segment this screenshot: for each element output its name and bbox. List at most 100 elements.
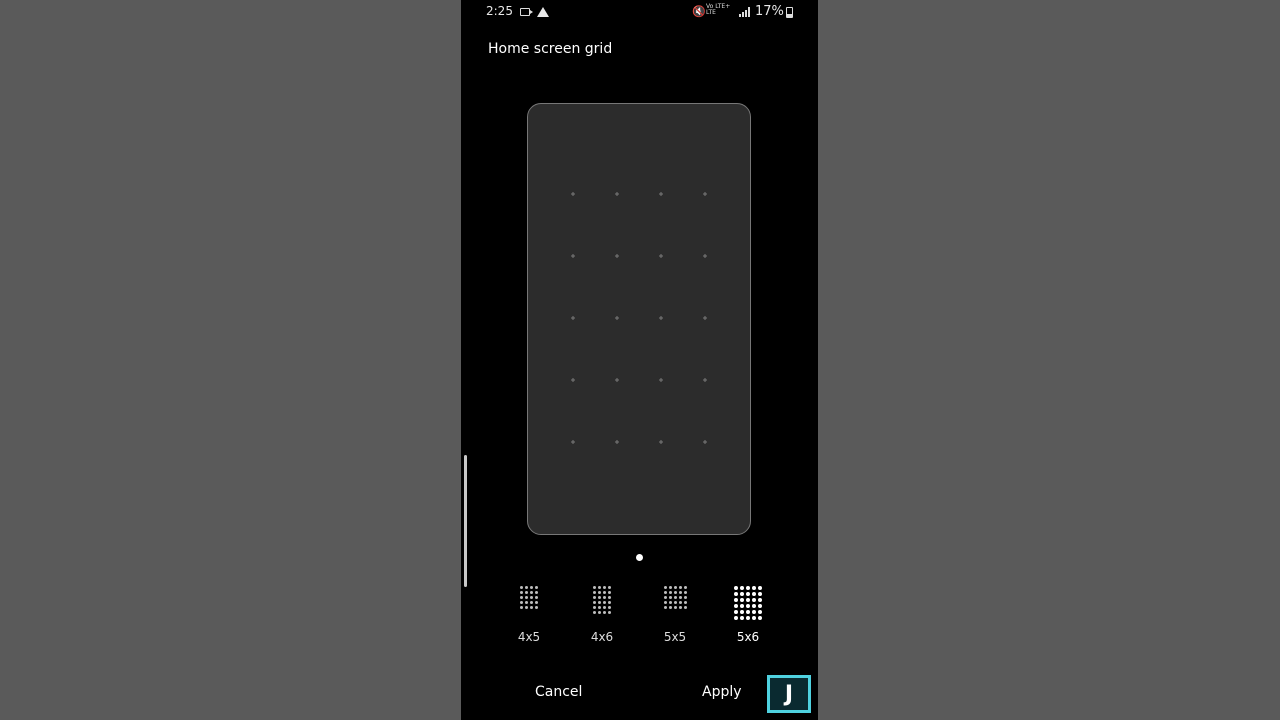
video-camera-icon <box>520 8 533 16</box>
channel-logo: J <box>767 675 811 713</box>
grid-dot <box>520 586 523 589</box>
grid-dot <box>752 598 756 602</box>
grid-option-label: 5x5 <box>663 630 687 644</box>
grid-dot <box>608 601 611 604</box>
grid-option-5x6[interactable]: 5x6 <box>720 580 776 648</box>
grid-dot <box>740 598 744 602</box>
grid-dot <box>520 591 523 594</box>
grid-dot <box>525 606 528 609</box>
home-screen-preview <box>527 103 751 535</box>
grid-dot <box>678 606 682 609</box>
grid-dot <box>668 606 672 609</box>
grid-dot <box>525 586 528 589</box>
grid-dot <box>668 591 672 594</box>
grid-dot <box>746 616 750 620</box>
grid-option-5x5[interactable]: 5x5 <box>647 580 703 648</box>
grid-dot <box>663 606 667 609</box>
grid-dot <box>752 586 756 590</box>
grid-cell-marker <box>615 316 619 320</box>
grid-option-4x5[interactable]: 4x5 <box>501 580 557 648</box>
grid-cell-marker <box>615 254 619 258</box>
grid-cell-marker <box>659 254 663 258</box>
network-label-lte: LTE <box>706 9 716 16</box>
grid-dot <box>593 591 596 594</box>
grid-dot <box>678 586 682 589</box>
battery-percent: 17% <box>755 4 784 19</box>
grid-dot <box>752 592 756 596</box>
apply-button[interactable]: Apply <box>702 684 742 700</box>
grid-dot <box>746 592 750 596</box>
grid-dot <box>593 586 596 589</box>
grid-dot <box>746 610 750 614</box>
grid-dot <box>758 592 762 596</box>
grid-dot <box>668 596 672 599</box>
grid-dot <box>593 601 596 604</box>
grid-dot <box>593 606 596 609</box>
grid-dot <box>535 591 538 594</box>
grid-dot <box>734 586 738 590</box>
grid-dot <box>734 598 738 602</box>
grid-dot <box>520 606 523 609</box>
grid-dot <box>752 616 756 620</box>
edge-panel-handle[interactable] <box>464 455 467 587</box>
grid-dot <box>734 610 738 614</box>
grid-dot <box>525 601 528 604</box>
grid-cell-marker <box>659 192 663 196</box>
battery-icon <box>786 7 793 18</box>
grid-dot <box>520 596 523 599</box>
grid-cell-marker <box>703 192 707 196</box>
grid-dot <box>683 591 687 594</box>
alert-triangle-icon <box>537 7 549 17</box>
grid-dot <box>758 616 762 620</box>
grid-cell-marker <box>615 440 619 444</box>
grid-dot <box>746 586 750 590</box>
grid-dot <box>683 606 687 609</box>
grid-dot <box>683 586 687 589</box>
grid-dot <box>598 611 601 614</box>
grid-cell-marker <box>703 316 707 320</box>
grid-dot <box>758 604 762 608</box>
grid-5x5-icon <box>647 580 703 622</box>
grid-dot <box>535 596 538 599</box>
grid-dot <box>520 601 523 604</box>
grid-option-label: 4x6 <box>590 630 614 644</box>
grid-cell-marker <box>703 440 707 444</box>
grid-option-label: 4x5 <box>517 630 541 644</box>
grid-dot <box>758 598 762 602</box>
grid-dot <box>603 596 606 599</box>
grid-cell-marker <box>659 378 663 382</box>
grid-dot <box>598 606 601 609</box>
grid-cell-marker <box>615 378 619 382</box>
grid-option-4x6[interactable]: 4x6 <box>574 580 630 648</box>
grid-dot <box>734 604 738 608</box>
grid-cell-marker <box>571 440 575 444</box>
status-bar: 2:25 🔇 Vo LTE+ LTE 17% <box>461 4 818 22</box>
page-title: Home screen grid <box>488 41 613 57</box>
grid-cell-marker <box>571 254 575 258</box>
grid-dot <box>740 610 744 614</box>
grid-dot <box>683 601 687 604</box>
grid-5x6-icon <box>720 580 776 622</box>
grid-dot <box>530 606 533 609</box>
grid-dot <box>535 606 538 609</box>
phone-screen: 2:25 🔇 Vo LTE+ LTE 17% Home screen grid … <box>461 0 818 720</box>
grid-cell-marker <box>571 378 575 382</box>
grid-cell-marker <box>659 316 663 320</box>
grid-dot <box>740 604 744 608</box>
grid-dot <box>603 611 606 614</box>
grid-dot <box>608 591 611 594</box>
logo-letter: J <box>784 681 794 707</box>
grid-dot <box>608 606 611 609</box>
grid-dot <box>603 586 606 589</box>
grid-dot <box>746 604 750 608</box>
grid-dot <box>598 591 601 594</box>
grid-dot <box>678 596 682 599</box>
signal-icon <box>739 7 751 17</box>
grid-dot <box>535 586 538 589</box>
grid-dot <box>673 586 677 589</box>
grid-dot <box>752 604 756 608</box>
grid-cell-marker <box>571 316 575 320</box>
grid-dot <box>673 596 677 599</box>
cancel-button[interactable]: Cancel <box>535 684 582 700</box>
grid-dot <box>598 601 601 604</box>
